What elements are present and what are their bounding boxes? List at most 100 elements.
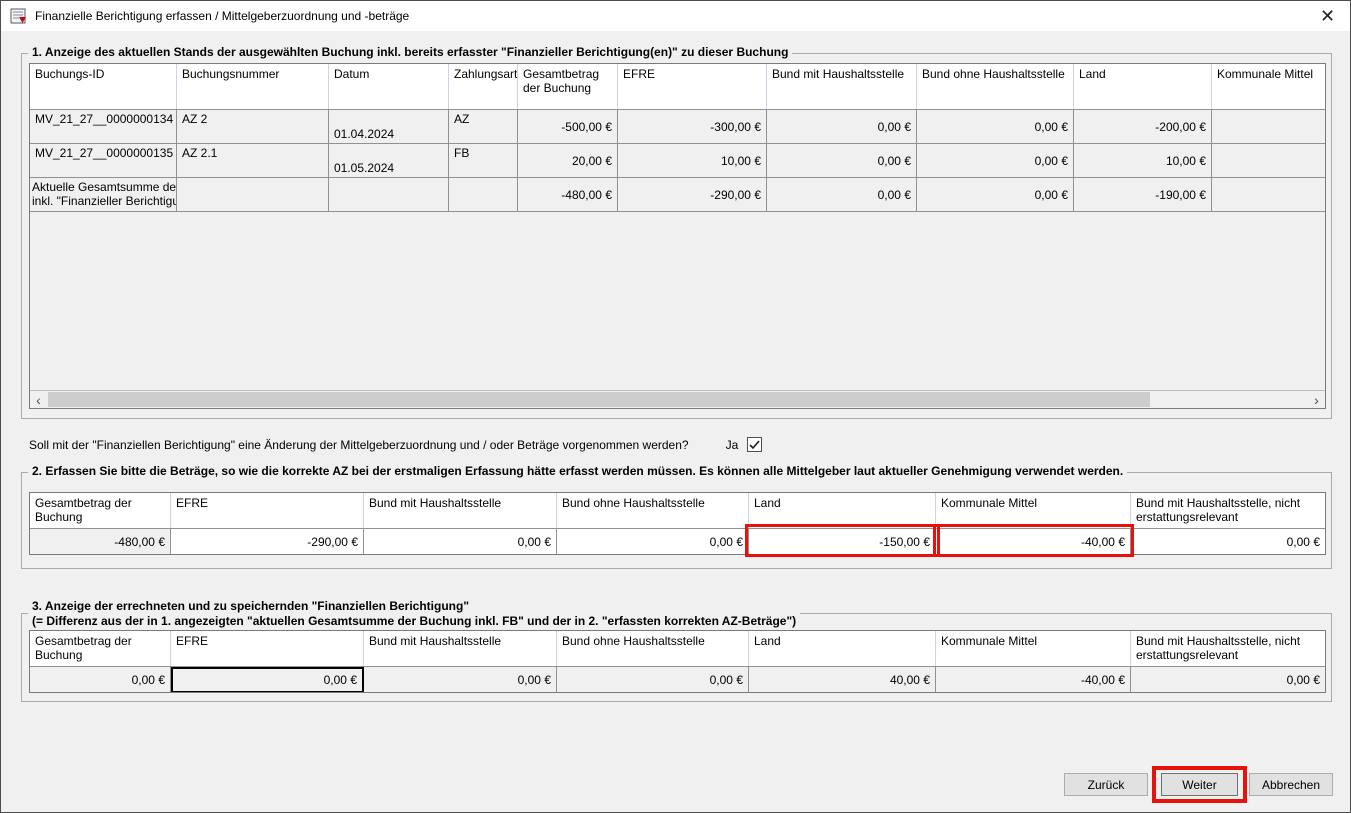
cell-bund-ohne-hh: 0,00 € bbox=[917, 110, 1074, 143]
input-land[interactable]: -150,00 € bbox=[749, 529, 936, 555]
calculated-correction-header: Gesamtbetrag der Buchung EFRE Bund mit H… bbox=[30, 631, 1325, 667]
input-efre[interactable]: -290,00 € bbox=[171, 529, 364, 555]
cell-summe-label: Aktuelle Gesamtsumme der Buc inkl. "Fina… bbox=[30, 178, 177, 211]
ja-checkbox[interactable] bbox=[747, 437, 762, 452]
col-efre: EFRE bbox=[171, 631, 364, 666]
cell-zahlungsart: FB bbox=[449, 144, 518, 177]
col-gesamtbetrag: Gesamtbetrag der Buchung bbox=[30, 631, 171, 666]
input-gesamtbetrag: -480,00 € bbox=[30, 529, 171, 555]
cell-zahlungsart bbox=[449, 178, 518, 211]
cell-datum: 01.05.2024 bbox=[329, 144, 449, 177]
value-bund-mit-hh: 0,00 € bbox=[364, 667, 557, 693]
col-bund-mit-hh: Bund mit Haushaltsstelle bbox=[364, 493, 557, 528]
value-gesamtbetrag: 0,00 € bbox=[30, 667, 171, 693]
col-bund-ohne-hh: Bund ohne Haushaltsstelle bbox=[557, 631, 749, 666]
table-row[interactable]: MV_21_27__0000000135 AZ 2.1 01.05.2024 F… bbox=[30, 144, 1325, 178]
cell-zahlungsart: AZ bbox=[449, 110, 518, 143]
back-button[interactable]: Zurück bbox=[1064, 773, 1148, 796]
section2-groupbox: 2. Erfassen Sie bitte die Beträge, so wi… bbox=[21, 472, 1332, 569]
cell-land: 10,00 € bbox=[1074, 144, 1212, 177]
input-kommunale-mittel[interactable]: -40,00 € bbox=[936, 529, 1131, 555]
col-bund-mit-hh-nicht-erstattungsrelevant: Bund mit Haushaltsstelle, nicht erstattu… bbox=[1131, 631, 1325, 666]
section3-title-line1: 3. Anzeige der errechneten und zu speich… bbox=[32, 599, 796, 614]
scroll-right-icon[interactable]: › bbox=[1308, 391, 1325, 408]
cell-gesamtbetrag: -480,00 € bbox=[518, 178, 618, 211]
col-bund-mit-hh: Bund mit Haushaltsstelle bbox=[767, 64, 917, 109]
cell-bund-mit-hh: 0,00 € bbox=[767, 144, 917, 177]
cell-efre: 10,00 € bbox=[618, 144, 767, 177]
col-bund-ohne-hh: Bund ohne Haushaltsstelle bbox=[917, 64, 1074, 109]
cell-buchungsnummer: AZ 2.1 bbox=[177, 144, 329, 177]
col-kommunale-mittel: Kommunale Mittel bbox=[936, 493, 1131, 528]
col-buchungsnummer: Buchungsnummer bbox=[177, 64, 329, 109]
input-bund-ohne-hh[interactable]: 0,00 € bbox=[557, 529, 749, 555]
section1-groupbox: 1. Anzeige des aktuellen Stands der ausg… bbox=[21, 53, 1332, 419]
change-question-row: Soll mit der "Finanziellen Berichtigung"… bbox=[29, 437, 762, 452]
cell-datum bbox=[329, 178, 449, 211]
cell-buchungs-id: MV_21_27__0000000135 bbox=[30, 144, 177, 177]
input-bund-mit-hh[interactable]: 0,00 € bbox=[364, 529, 557, 555]
cell-kommunale-mittel bbox=[1212, 144, 1325, 177]
section3-title: 3. Anzeige der errechneten und zu speich… bbox=[28, 599, 800, 629]
correct-amounts-header: Gesamtbetrag der Buchung EFRE Bund mit H… bbox=[30, 493, 1325, 529]
title-bar: Finanzielle Berichtigung erfassen / Mitt… bbox=[1, 1, 1350, 31]
cell-bund-ohne-hh: 0,00 € bbox=[917, 144, 1074, 177]
checkmark-icon bbox=[749, 440, 760, 450]
scroll-left-icon[interactable]: ‹ bbox=[30, 391, 47, 408]
cell-buchungsnummer bbox=[177, 178, 329, 211]
section1-title: 1. Anzeige des aktuellen Stands der ausg… bbox=[28, 45, 792, 59]
cancel-button[interactable]: Abbrechen bbox=[1249, 773, 1333, 796]
cell-land: -190,00 € bbox=[1074, 178, 1212, 211]
col-bund-mit-hh-nicht-erstattungsrelevant: Bund mit Haushaltsstelle, nicht erstattu… bbox=[1131, 493, 1325, 528]
col-zahlungsart: Zahlungsart bbox=[449, 64, 518, 109]
cell-bund-mit-hh: 0,00 € bbox=[767, 110, 917, 143]
cell-efre: -300,00 € bbox=[618, 110, 767, 143]
col-land: Land bbox=[1074, 64, 1212, 109]
col-bund-mit-hh: Bund mit Haushaltsstelle bbox=[364, 631, 557, 666]
cell-bund-mit-hh: 0,00 € bbox=[767, 178, 917, 211]
cell-gesamtbetrag: 20,00 € bbox=[518, 144, 618, 177]
col-land: Land bbox=[749, 631, 936, 666]
answer-label: Ja bbox=[726, 438, 739, 452]
col-efre: EFRE bbox=[171, 493, 364, 528]
col-kommunale-mittel: Kommunale Mittel bbox=[1212, 64, 1325, 109]
col-buchungs-id: Buchungs-ID bbox=[30, 64, 177, 109]
close-icon[interactable]: ✕ bbox=[1305, 1, 1350, 31]
horizontal-scrollbar[interactable]: ‹ › bbox=[30, 390, 1325, 408]
scrollbar-thumb[interactable] bbox=[48, 392, 1150, 407]
calculated-correction-values: 0,00 € 0,00 € 0,00 € 0,00 € 40,00 € -40,… bbox=[30, 667, 1325, 693]
cell-buchungsnummer: AZ 2 bbox=[177, 110, 329, 143]
correct-amounts-table: Gesamtbetrag der Buchung EFRE Bund mit H… bbox=[29, 492, 1326, 555]
value-bund-mit-hh-nicht-erstattungsrelevant: 0,00 € bbox=[1131, 667, 1325, 693]
input-bund-mit-hh-nicht-erstattungsrelevant[interactable]: 0,00 € bbox=[1131, 529, 1325, 555]
col-bund-ohne-hh: Bund ohne Haushaltsstelle bbox=[557, 493, 749, 528]
col-land: Land bbox=[749, 493, 936, 528]
app-icon bbox=[10, 8, 28, 24]
correct-amounts-values: -480,00 € -290,00 € 0,00 € 0,00 € -150,0… bbox=[30, 529, 1325, 555]
section3-groupbox: 3. Anzeige der errechneten und zu speich… bbox=[21, 613, 1332, 702]
cell-buchungs-id: MV_21_27__0000000134 bbox=[30, 110, 177, 143]
section3-title-line2: (= Differenz aus der in 1. angezeigten "… bbox=[32, 614, 796, 629]
table-row[interactable]: MV_21_27__0000000134 AZ 2 01.04.2024 AZ … bbox=[30, 110, 1325, 144]
table-row-sum[interactable]: Aktuelle Gesamtsumme der Buc inkl. "Fina… bbox=[30, 178, 1325, 212]
value-efre: 0,00 € bbox=[171, 667, 364, 693]
cell-kommunale-mittel bbox=[1212, 178, 1325, 211]
cell-land: -200,00 € bbox=[1074, 110, 1212, 143]
cell-bund-ohne-hh: 0,00 € bbox=[917, 178, 1074, 211]
dialog-window: Finanzielle Berichtigung erfassen / Mitt… bbox=[0, 0, 1351, 813]
col-gesamtbetrag: Gesamtbetrag der Buchung bbox=[30, 493, 171, 528]
cell-gesamtbetrag: -500,00 € bbox=[518, 110, 618, 143]
section2-title: 2. Erfassen Sie bitte die Beträge, so wi… bbox=[28, 464, 1127, 478]
next-button[interactable]: Weiter bbox=[1161, 773, 1238, 796]
calculated-correction-table: Gesamtbetrag der Buchung EFRE Bund mit H… bbox=[29, 630, 1326, 693]
value-land: 40,00 € bbox=[749, 667, 936, 693]
col-datum: Datum bbox=[329, 64, 449, 109]
col-efre: EFRE bbox=[618, 64, 767, 109]
col-kommunale-mittel: Kommunale Mittel bbox=[936, 631, 1131, 666]
value-kommunale-mittel: -40,00 € bbox=[936, 667, 1131, 693]
change-question-text: Soll mit der "Finanziellen Berichtigung"… bbox=[29, 438, 689, 452]
cell-datum: 01.04.2024 bbox=[329, 110, 449, 143]
window-title: Finanzielle Berichtigung erfassen / Mitt… bbox=[35, 9, 409, 23]
bookings-table: Buchungs-ID Buchungsnummer Datum Zahlung… bbox=[29, 63, 1326, 409]
cell-kommunale-mittel bbox=[1212, 110, 1325, 143]
